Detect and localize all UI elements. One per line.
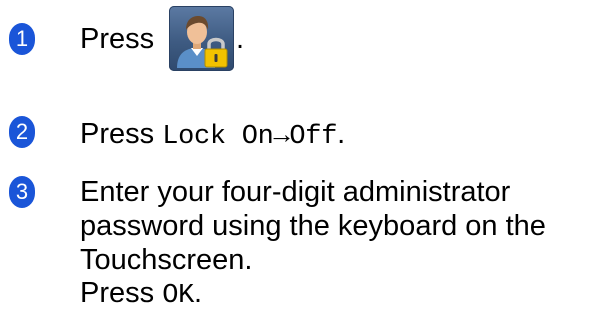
step-text-end: . (236, 22, 244, 56)
step-number-badge: 1 (9, 23, 35, 55)
press-label: Press (80, 23, 155, 55)
press-label: Press (80, 118, 163, 150)
step-text: Press Lock On→Off. (80, 117, 345, 154)
press-label: Press (80, 277, 163, 309)
step-number: 2 (15, 119, 29, 144)
period: . (194, 277, 203, 309)
step-text-line-1: Enter your four-digit administrator (80, 176, 511, 208)
step-text-line-4: Press OK. (80, 276, 202, 313)
step-number-badge: 3 (9, 176, 35, 208)
step-number: 3 (15, 179, 29, 204)
step-number: 1 (15, 26, 29, 51)
menu-option-lock-on-off: Lock On→Off (162, 122, 338, 152)
period: . (337, 118, 346, 150)
period: . (236, 23, 245, 55)
user-lock-button[interactable] (169, 6, 234, 71)
step-text-line-3: Touchscreen. (80, 244, 253, 276)
step-text: Press (80, 22, 154, 56)
step-number-badge: 2 (9, 116, 35, 148)
button-name-ok: OK (162, 281, 194, 311)
user-lock-icon (177, 16, 228, 68)
step-text-line-2: password using the keyboard on the (80, 210, 546, 242)
